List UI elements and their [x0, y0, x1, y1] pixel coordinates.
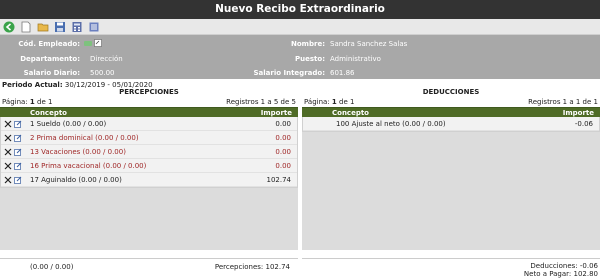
edit-icon[interactable]	[14, 148, 22, 156]
window-title: Nuevo Recibo Extraordinario	[0, 0, 600, 19]
open-icon[interactable]	[36, 20, 50, 34]
percepciones-title: PERCEPCIONES	[119, 88, 179, 96]
row-importe: 102.74	[266, 175, 292, 184]
row-actions	[1, 120, 30, 128]
nombre-value: Sandra Sanchez Salas	[330, 40, 408, 48]
list-icon[interactable]	[87, 20, 101, 34]
table-row[interactable]: 100 Ajuste al neto (0.00 / 0.00) -0.06	[303, 117, 599, 131]
save-icon[interactable]	[53, 20, 67, 34]
percepciones-rows: 1 Sueldo (0.00 / 0.00) 0.00 2 Prima domini…	[0, 117, 298, 188]
salario-integrado-label: Salario Integrado:	[253, 69, 325, 77]
percepciones-panel: PERCEPCIONES Página: 1 de 1 Registros 1 …	[0, 88, 298, 250]
row-actions	[1, 176, 30, 184]
col-importe[interactable]: Importe	[534, 109, 600, 117]
footer-perc-left: (0.00 / 0.00)	[30, 263, 74, 271]
back-icon[interactable]	[2, 20, 16, 34]
salario-integrado-value: 601.86	[330, 69, 355, 77]
page-of: de 1	[37, 97, 53, 106]
row-concepto: 16 Prima vacacional (0.00 / 0.00)	[30, 161, 147, 170]
page-number[interactable]: 1	[332, 98, 337, 106]
footer-neto: Neto a Pagar: 102.80	[523, 270, 598, 278]
col-importe[interactable]: Importe	[232, 109, 298, 117]
row-concepto: 2 Prima dominical (0.00 / 0.00)	[30, 133, 139, 142]
row-concepto: 13 Vacaciones (0.00 / 0.00)	[30, 147, 126, 156]
cod-empleado-label: Cód. Empleado:	[18, 40, 80, 48]
row-concepto: 100 Ajuste al neto (0.00 / 0.00)	[336, 119, 446, 128]
deducciones-footer: Deducciones: -0.06 Neto a Pagar: 102.80	[302, 258, 600, 279]
page-label: Página:	[2, 97, 28, 106]
percepciones-empty-area	[0, 188, 298, 250]
row-importe: -0.06	[574, 119, 593, 128]
row-concepto: 17 Aguinaldo (0.00 / 0.00)	[30, 175, 122, 184]
employee-info-panel: Cód. Empleado: Departamento: Dirección S…	[0, 35, 600, 79]
employee-search-icon[interactable]	[94, 39, 102, 47]
row-actions	[1, 148, 30, 156]
footer-ded-total: Deducciones: -0.06	[530, 262, 598, 270]
edit-icon[interactable]	[14, 162, 22, 170]
edit-icon[interactable]	[14, 176, 22, 184]
delete-icon[interactable]	[4, 162, 12, 170]
row-importe: 0.00	[275, 147, 291, 156]
records-count: Registros 1 a 5 de 5	[226, 97, 296, 106]
row-importe: 0.00	[275, 161, 291, 170]
records-count: Registros 1 a 1 de 1	[528, 97, 598, 106]
nombre-label: Nombre:	[291, 40, 325, 48]
row-importe: 0.00	[275, 133, 291, 142]
table-row[interactable]: 2 Prima dominical (0.00 / 0.00) 0.00	[1, 131, 297, 145]
delete-icon[interactable]	[4, 148, 12, 156]
employee-status-icon	[84, 41, 92, 46]
delete-icon[interactable]	[4, 120, 12, 128]
table-row[interactable]: 1 Sueldo (0.00 / 0.00) 0.00	[1, 117, 297, 131]
edit-icon[interactable]	[14, 134, 22, 142]
calculator-icon[interactable]	[70, 20, 84, 34]
percepciones-pager: Página: 1 de 1 Registros 1 a 5 de 5	[0, 96, 298, 107]
deducciones-title: DEDUCCIONES	[422, 88, 480, 96]
salario-diario-label: Salario Diario:	[23, 69, 80, 77]
table-row[interactable]: 17 Aguinaldo (0.00 / 0.00) 102.74	[1, 173, 297, 187]
deducciones-pager: Página: 1 de 1 Registros 1 a 1 de 1	[302, 96, 600, 107]
deducciones-header: Concepto Importe	[302, 107, 600, 117]
deducciones-rows: 100 Ajuste al neto (0.00 / 0.00) -0.06	[302, 117, 600, 132]
page-number[interactable]: 1	[30, 98, 35, 106]
page-of: de 1	[339, 97, 355, 106]
row-importe: 0.00	[275, 119, 291, 128]
percepciones-header: Concepto Importe	[0, 107, 298, 117]
departamento-value: Dirección	[90, 55, 123, 63]
col-concepto[interactable]: Concepto	[332, 109, 534, 117]
salario-diario-value: 500.00	[90, 69, 115, 77]
deducciones-empty-area	[302, 132, 600, 250]
percepciones-footer: (0.00 / 0.00) Percepciones: 102.74	[0, 258, 298, 279]
col-concepto[interactable]: Concepto	[30, 109, 232, 117]
page-label: Página:	[304, 97, 330, 106]
table-row[interactable]: 13 Vacaciones (0.00 / 0.00) 0.00	[1, 145, 297, 159]
row-actions	[1, 134, 30, 142]
puesto-label: Puesto:	[295, 55, 325, 63]
toolbar	[0, 19, 600, 35]
footer-perc-total: Percepciones: 102.74	[214, 263, 290, 271]
new-icon[interactable]	[19, 20, 33, 34]
delete-icon[interactable]	[4, 176, 12, 184]
puesto-value: Administrativo	[330, 55, 381, 63]
row-actions	[1, 162, 30, 170]
departamento-label: Departamento:	[20, 55, 80, 63]
delete-icon[interactable]	[4, 134, 12, 142]
deducciones-panel: DEDUCCIONES Página: 1 de 1 Registros 1 a…	[302, 88, 600, 250]
table-row[interactable]: 16 Prima vacacional (0.00 / 0.00) 0.00	[1, 159, 297, 173]
row-concepto: 1 Sueldo (0.00 / 0.00)	[30, 119, 107, 128]
edit-icon[interactable]	[14, 120, 22, 128]
